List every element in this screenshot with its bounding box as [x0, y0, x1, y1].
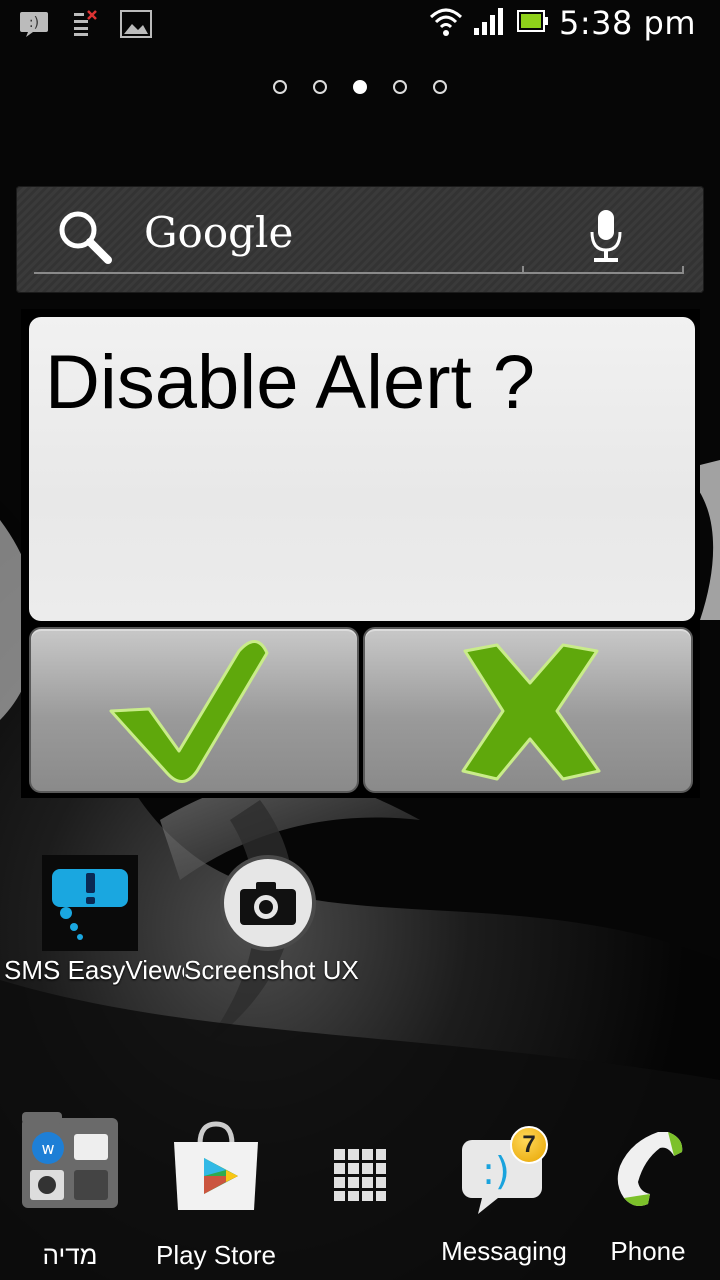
task-list-icon — [72, 10, 98, 42]
play-store-icon — [174, 1121, 258, 1210]
dock-label: מדיה — [42, 1240, 98, 1270]
sms-easyviewer-shortcut[interactable]: SMS EasyViewer — [4, 855, 184, 986]
signal-icon — [473, 6, 507, 40]
phone[interactable]: Phone — [600, 1126, 696, 1267]
dock-label: Play Store — [156, 1240, 276, 1270]
page-dot-active — [353, 80, 367, 94]
search-icon[interactable] — [56, 208, 116, 272]
mic-input-underline — [522, 266, 684, 274]
disable-alert-dialog: Disable Alert ? — [21, 309, 700, 798]
google-search-widget[interactable]: Google — [16, 186, 704, 293]
shortcut-label: SMS EasyViewer — [4, 955, 184, 985]
status-bar: :) 5:38 pm — [0, 0, 720, 52]
page-dot — [273, 80, 287, 94]
play-store[interactable]: Play Store — [150, 1120, 282, 1271]
confirm-button[interactable] — [29, 627, 359, 793]
svg-text:w: w — [41, 1139, 54, 1158]
media-folder-icon: w — [22, 1112, 118, 1208]
cancel-button[interactable] — [363, 627, 693, 793]
google-brand[interactable]: Google — [144, 208, 293, 257]
phone-icon — [617, 1132, 683, 1206]
page-dot — [393, 80, 407, 94]
messaging-badge: 7 — [510, 1126, 548, 1164]
search-input-underline — [34, 272, 524, 274]
svg-text::): :) — [482, 1149, 510, 1193]
battery-icon — [516, 8, 549, 38]
page-dot — [313, 80, 327, 94]
page-indicator — [0, 80, 720, 94]
shortcut-label: Screenshot UX — [184, 955, 359, 985]
dock-label: Phone — [610, 1236, 686, 1266]
sms-easyviewer-icon — [42, 855, 138, 951]
x-icon — [461, 643, 601, 781]
camera-icon — [220, 855, 316, 951]
checkmark-icon — [109, 640, 269, 783]
messaging[interactable]: :) 7 Messaging — [438, 1126, 570, 1267]
status-time: 5:38 pm — [558, 4, 696, 42]
screenshot-ux-shortcut[interactable]: Screenshot UX — [184, 855, 359, 986]
image-icon — [120, 10, 152, 42]
wifi-icon — [429, 5, 463, 41]
dock: w מדיה Play Store:) 7 Messaging Phone — [0, 1100, 720, 1280]
app-drawer-button[interactable] — [330, 1148, 390, 1202]
app-drawer-icon — [334, 1149, 386, 1201]
svg-text::): :) — [29, 15, 39, 31]
sms-notification-icon: :) — [18, 10, 50, 42]
microphone-icon[interactable] — [588, 208, 624, 268]
dock-label: Messaging — [441, 1236, 567, 1266]
media-folder[interactable]: w מדיה — [10, 1110, 130, 1271]
alert-message-box: Disable Alert ? — [29, 317, 695, 621]
alert-title: Disable Alert ? — [45, 340, 536, 425]
page-dot — [433, 80, 447, 94]
